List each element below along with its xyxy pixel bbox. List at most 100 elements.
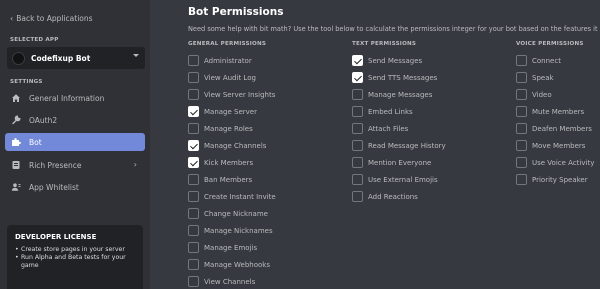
permission-checkbox[interactable]: Manage Server — [188, 106, 276, 117]
permission-checkbox[interactable]: Administrator — [188, 55, 276, 66]
permission-checkbox[interactable]: Mute Members — [516, 106, 594, 117]
permission-checkbox[interactable]: Manage Channels — [188, 140, 276, 151]
checkbox-unchecked[interactable] — [188, 123, 199, 134]
settings-label: SETTINGS — [10, 79, 43, 85]
wrench-icon — [10, 114, 22, 126]
checkbox-unchecked[interactable] — [188, 191, 199, 202]
checkbox-unchecked[interactable] — [188, 89, 199, 100]
sidebar-item-general-information[interactable]: General Information — [5, 89, 145, 107]
chevron-left-icon: ‹ — [10, 14, 14, 23]
license-title: DEVELOPER LICENSE — [15, 233, 97, 241]
checkbox-unchecked[interactable] — [352, 174, 363, 185]
permission-label: Embed Links — [368, 107, 413, 116]
permission-checkbox[interactable]: Embed Links — [352, 106, 446, 117]
permission-label: Kick Members — [204, 158, 254, 167]
permission-checkbox[interactable]: Read Message History — [352, 140, 446, 151]
sidebar-item-rich-presence[interactable]: Rich Presence › — [5, 156, 145, 174]
puzzle-icon — [10, 136, 22, 148]
checkbox-checked[interactable] — [188, 106, 199, 117]
checkbox-unchecked[interactable] — [516, 157, 527, 168]
chevron-right-icon: › — [133, 160, 137, 169]
column-header: VOICE PERMISSIONS — [516, 41, 584, 47]
permission-checkbox[interactable]: Manage Nicknames — [188, 225, 276, 236]
checkbox-unchecked[interactable] — [188, 225, 199, 236]
permission-checkbox[interactable]: Add Reactions — [352, 191, 446, 202]
permission-label: Manage Messages — [368, 90, 433, 99]
license-item: Create store pages in your server — [15, 246, 135, 254]
permission-checkbox[interactable]: Video — [516, 89, 594, 100]
column-header: GENERAL PERMISSIONS — [188, 41, 267, 47]
permission-checkbox[interactable]: Attach Files — [352, 123, 446, 134]
user-list-icon — [10, 181, 22, 193]
checkbox-unchecked[interactable] — [188, 242, 199, 253]
checkbox-unchecked[interactable] — [516, 123, 527, 134]
permission-label: Manage Roles — [204, 124, 253, 133]
back-label: Back to Applications — [16, 14, 93, 23]
permission-checkbox[interactable]: View Audit Log — [188, 72, 276, 83]
checkbox-unchecked[interactable] — [352, 157, 363, 168]
back-to-applications-link[interactable]: ‹ Back to Applications — [10, 14, 93, 23]
permission-checkbox[interactable]: Manage Messages — [352, 89, 446, 100]
permission-checkbox[interactable]: Send TTS Messages — [352, 72, 446, 83]
checkbox-unchecked[interactable] — [188, 72, 199, 83]
permission-checkbox[interactable]: Mention Everyone — [352, 157, 446, 168]
permission-label: Priority Speaker — [532, 175, 588, 184]
permission-checkbox[interactable]: Kick Members — [188, 157, 276, 168]
checkbox-unchecked[interactable] — [516, 174, 527, 185]
permission-checkbox[interactable]: View Channels — [188, 276, 276, 287]
permission-checkbox[interactable]: Send Messages — [352, 55, 446, 66]
app-selector[interactable]: Codefixup Bot — [7, 47, 145, 69]
permission-label: Send TTS Messages — [368, 73, 438, 82]
checkbox-unchecked[interactable] — [352, 106, 363, 117]
permission-checkbox[interactable]: Use Voice Activity — [516, 157, 594, 168]
document-icon — [10, 159, 22, 171]
checkbox-checked[interactable] — [188, 157, 199, 168]
checkbox-checked[interactable] — [352, 72, 363, 83]
permission-checkbox[interactable]: Manage Webhooks — [188, 259, 276, 270]
permission-checkbox[interactable]: Change Nickname — [188, 208, 276, 219]
checkbox-unchecked[interactable] — [516, 72, 527, 83]
permission-checkbox[interactable]: Priority Speaker — [516, 174, 594, 185]
checkbox-unchecked[interactable] — [188, 276, 199, 287]
permission-label: View Server Insights — [204, 90, 276, 99]
license-item: Run Alpha and Beta tests for your game — [15, 254, 135, 270]
permission-checkbox[interactable]: View Server Insights — [188, 89, 276, 100]
checkbox-checked[interactable] — [352, 55, 363, 66]
permission-label: Manage Channels — [204, 141, 267, 150]
checkbox-unchecked[interactable] — [516, 89, 527, 100]
checkbox-unchecked[interactable] — [516, 55, 527, 66]
sidebar-item-bot[interactable]: Bot — [5, 133, 145, 151]
permission-checkbox[interactable]: Manage Roles — [188, 123, 276, 134]
sidebar-item-app-whitelist[interactable]: App Whitelist — [5, 178, 145, 196]
checkbox-unchecked[interactable] — [188, 174, 199, 185]
checkbox-unchecked[interactable] — [516, 140, 527, 151]
permission-checkbox[interactable]: Speak — [516, 72, 594, 83]
permission-label: Read Message History — [368, 141, 446, 150]
app-name: Codefixup Bot — [31, 53, 91, 63]
checkbox-unchecked[interactable] — [188, 259, 199, 270]
permission-checkbox[interactable]: Deafen Members — [516, 123, 594, 134]
permission-label: Use Voice Activity — [532, 158, 595, 167]
permission-label: Administrator — [204, 56, 252, 65]
permission-checkbox[interactable]: Ban Members — [188, 174, 276, 185]
permission-checkbox[interactable]: Create Instant Invite — [188, 191, 276, 202]
sidebar-item-oauth2[interactable]: OAuth2 — [5, 111, 145, 129]
checkbox-checked[interactable] — [188, 140, 199, 151]
sidebar-item-label: OAuth2 — [29, 115, 58, 125]
checkbox-unchecked[interactable] — [352, 89, 363, 100]
permission-checkbox[interactable]: Move Members — [516, 140, 594, 151]
permission-label: Create Instant Invite — [204, 192, 276, 201]
sidebar-item-label: App Whitelist — [29, 182, 79, 192]
permission-label: Speak — [532, 73, 554, 82]
permission-checkbox[interactable]: Use External Emojis — [352, 174, 446, 185]
checkbox-unchecked[interactable] — [352, 191, 363, 202]
permission-label: Use External Emojis — [368, 175, 438, 184]
checkbox-unchecked[interactable] — [352, 140, 363, 151]
checkbox-unchecked[interactable] — [516, 106, 527, 117]
checkbox-unchecked[interactable] — [352, 123, 363, 134]
checkbox-unchecked[interactable] — [188, 208, 199, 219]
checkbox-unchecked[interactable] — [188, 55, 199, 66]
permission-checkbox[interactable]: Manage Emojis — [188, 242, 276, 253]
permission-checkbox[interactable]: Connect — [516, 55, 594, 66]
permission-label: View Audit Log — [204, 73, 256, 82]
